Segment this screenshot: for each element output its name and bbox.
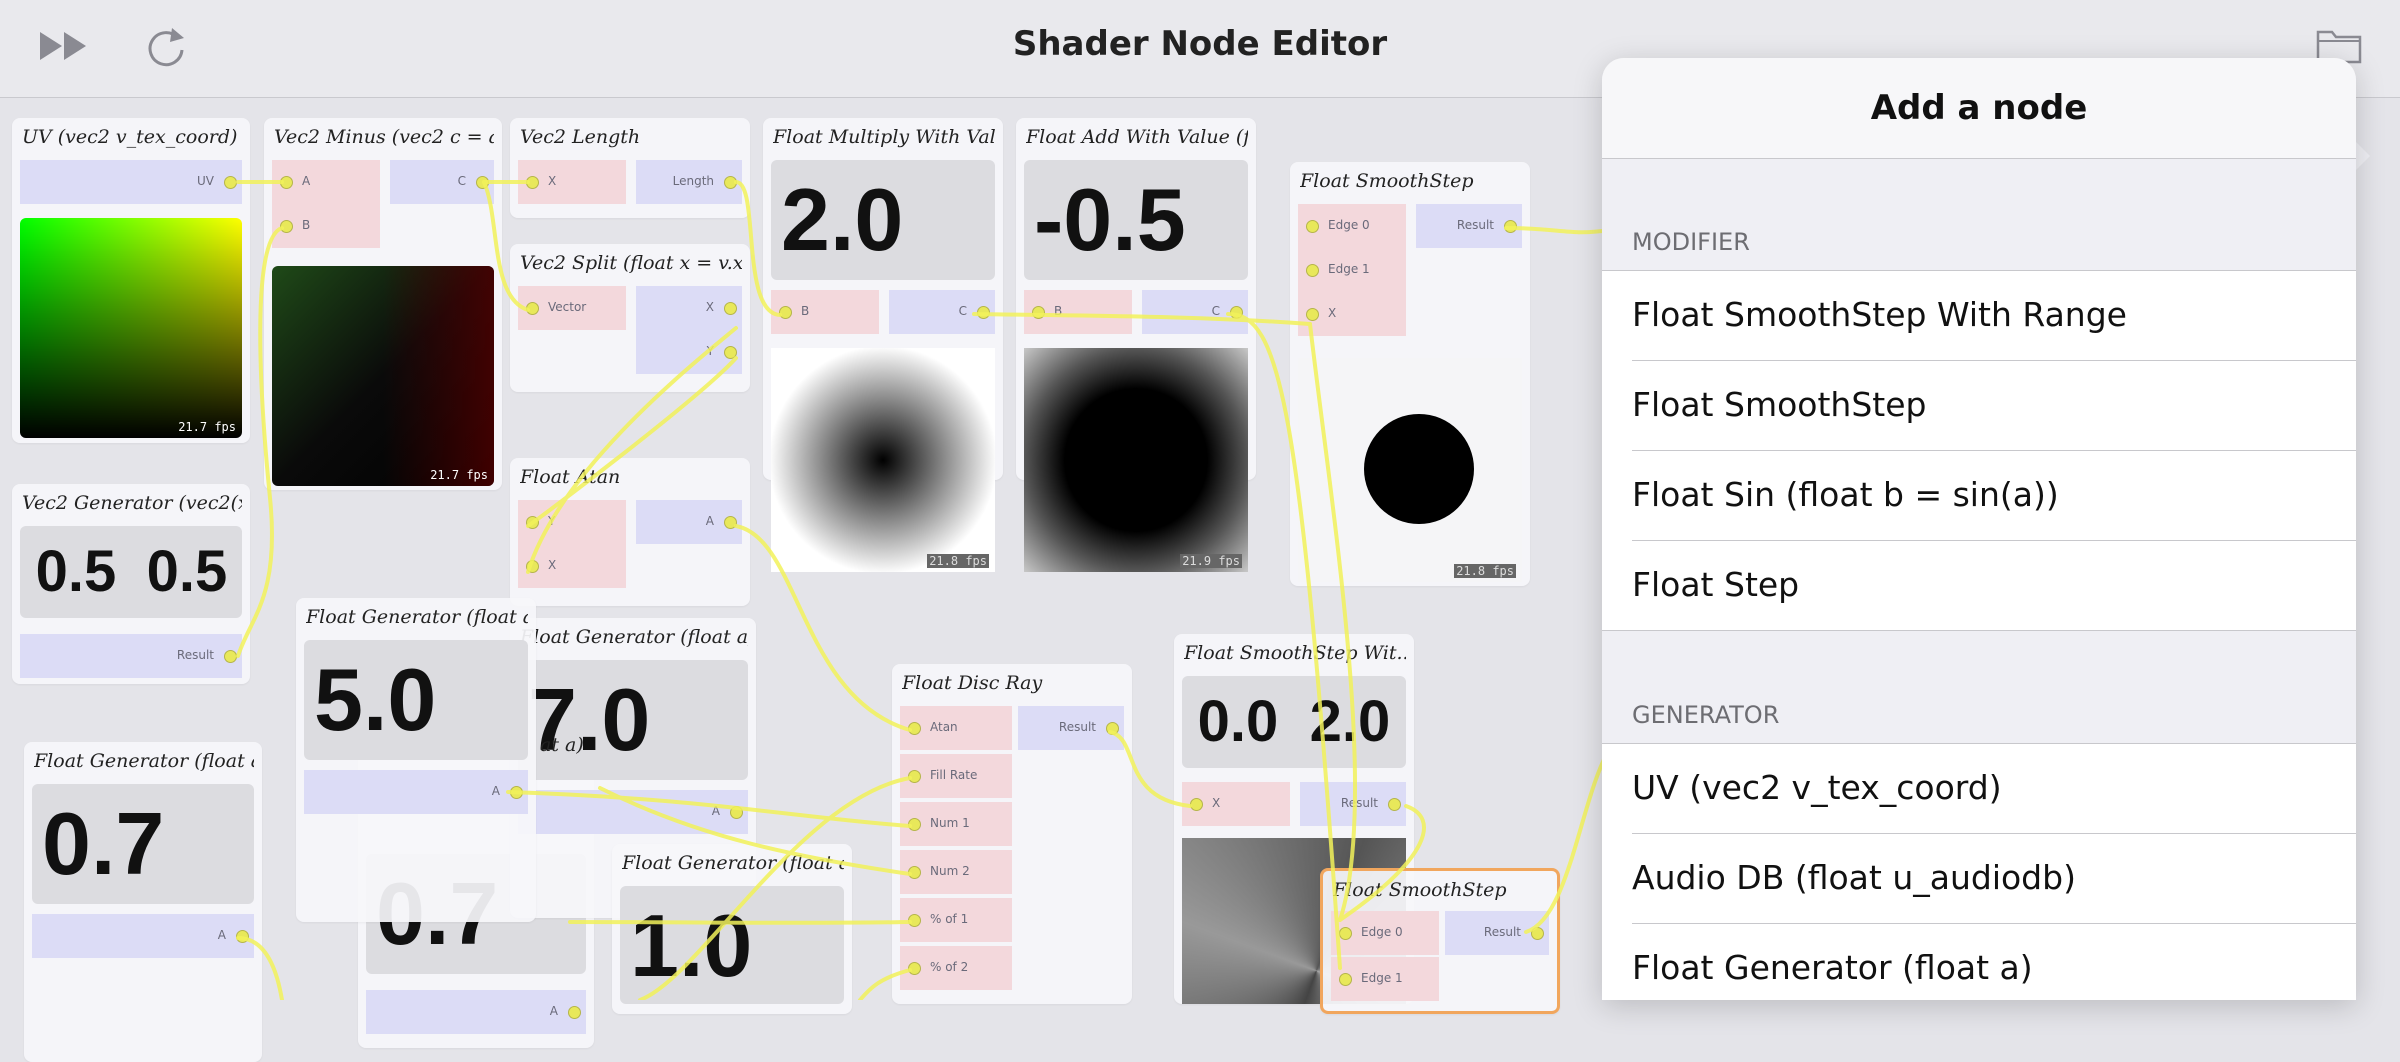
node-float-smoothstep-selected[interactable]: Float SmoothStep Edge 0 Edge 1 Result: [1320, 868, 1560, 1014]
add-node-panel: Add a node MODIFIER Float SmoothStep Wit…: [1602, 58, 2356, 1000]
node-uv[interactable]: UV (vec2 v_tex_coord) UV 21.7 fps: [12, 118, 250, 443]
value-display[interactable]: 7.0: [518, 660, 748, 780]
node-title: Vec2 Split (float x = v.x,...: [520, 252, 742, 274]
node-float-generator-5[interactable]: Float Generator (float a) 5.0 A: [296, 598, 536, 922]
input-port-b[interactable]: B: [272, 204, 380, 248]
input-port-fill-rate[interactable]: Fill Rate: [900, 754, 1012, 798]
value-y[interactable]: 0.5: [132, 526, 242, 618]
output-port-length[interactable]: Length: [636, 160, 742, 204]
menu-item-audio-db[interactable]: Audio DB (float u_audiodb): [1602, 834, 2356, 924]
node-vec2-generator[interactable]: Vec2 Generator (vec2(x... 0.5 0.5 Result: [12, 484, 250, 684]
node-float-smoothstep[interactable]: Float SmoothStep Edge 0 Edge 1 X Result …: [1290, 162, 1530, 586]
output-port-a[interactable]: A: [32, 914, 254, 958]
node-float-multiply[interactable]: Float Multiply With Val... 2.0 B C 21.8 …: [763, 118, 1003, 572]
value-display[interactable]: 1.0: [620, 886, 844, 1004]
node-vec2-split[interactable]: Vec2 Split (float x = v.x,... Vector X Y: [510, 244, 750, 392]
shader-preview: 21.8 fps: [771, 348, 995, 572]
input-port-vector[interactable]: Vector: [518, 286, 626, 330]
value-display[interactable]: -0.5: [1024, 160, 1248, 280]
node-title: Float Generator (float a): [622, 852, 844, 874]
output-port-a[interactable]: A: [518, 790, 748, 834]
input-port-percent-of-1[interactable]: % of 1: [900, 898, 1012, 942]
input-port-edge-1[interactable]: Edge 1: [1298, 248, 1406, 292]
output-port-y[interactable]: Y: [636, 330, 742, 374]
shader-preview: 21.7 fps: [20, 218, 242, 438]
shader-preview: 21.9 fps: [1024, 348, 1248, 572]
input-port-x[interactable]: X: [518, 160, 626, 204]
port-dot[interactable]: [224, 176, 237, 189]
section-header-modifier: MODIFIER: [1632, 228, 1750, 256]
node-title: Vec2 Length: [520, 126, 641, 148]
input-port-num-1[interactable]: Num 1: [900, 802, 1012, 846]
value-edge-1[interactable]: 2.0: [1294, 676, 1406, 768]
node-title: Float Atan: [520, 466, 621, 488]
input-port-num-2[interactable]: Num 2: [900, 850, 1012, 894]
node-float-atan[interactable]: Float Atan Y X A: [510, 458, 750, 606]
output-port-result[interactable]: Result: [20, 634, 242, 678]
output-port-result[interactable]: Result: [1018, 706, 1124, 750]
output-port-result[interactable]: Result: [1416, 204, 1522, 248]
output-port-a[interactable]: A: [304, 770, 528, 814]
node-vec2-length[interactable]: Vec2 Length X Length: [510, 118, 750, 218]
node-float-generator-07[interactable]: Float Generator (float a) 0.7 A: [24, 742, 262, 1062]
shader-preview: 21.8 fps: [1298, 358, 1522, 582]
input-port-atan[interactable]: Atan: [900, 706, 1012, 750]
value-x[interactable]: 0.5: [20, 526, 132, 618]
input-port-x[interactable]: X: [518, 544, 626, 588]
input-port-x[interactable]: X: [1182, 782, 1290, 826]
node-title: Float Disc Ray: [902, 672, 1043, 694]
input-port-edge-1[interactable]: Edge 1: [1331, 957, 1439, 1001]
node-title: Float Add With Value (f...: [1026, 126, 1248, 148]
node-title: Float Generator (float a): [306, 606, 528, 628]
input-port-b[interactable]: B: [771, 290, 879, 334]
input-port-edge-0[interactable]: Edge 0: [1298, 204, 1406, 248]
section-header-generator: GENERATOR: [1632, 701, 1780, 729]
menu-item-float-generator[interactable]: Float Generator (float a): [1602, 924, 2356, 1000]
output-port-result[interactable]: Result: [1445, 911, 1549, 955]
node-vec2-minus[interactable]: Vec2 Minus (vec2 c = a... A B C 21.7 fps: [264, 118, 502, 490]
menu-item-float-smoothstep[interactable]: Float SmoothStep: [1602, 361, 2356, 451]
panel-title: Add a node: [1602, 58, 2356, 159]
value-display[interactable]: 0.7: [32, 784, 254, 904]
value-edge-0[interactable]: 0.0: [1182, 676, 1294, 768]
node-title: Float Generator (float a): [520, 626, 748, 648]
output-port-result[interactable]: Result: [1300, 782, 1406, 826]
input-port-x[interactable]: X: [1298, 292, 1406, 336]
output-port-c[interactable]: C: [889, 290, 995, 334]
output-port-x[interactable]: X: [636, 286, 742, 330]
node-title: Float SmoothStep: [1300, 170, 1474, 192]
shader-preview: 21.7 fps: [272, 266, 494, 486]
node-title: Vec2 Minus (vec2 c = a...: [274, 126, 494, 148]
value-display[interactable]: 2.0: [771, 160, 995, 280]
menu-item-float-sin[interactable]: Float Sin (float b = sin(a)): [1602, 451, 2356, 541]
input-port-a[interactable]: A: [272, 160, 380, 204]
node-title: UV (vec2 v_tex_coord): [22, 126, 238, 148]
node-float-generator-1[interactable]: Float Generator (float a) 1.0: [612, 844, 852, 1014]
output-port-c[interactable]: C: [1142, 290, 1248, 334]
node-title: Vec2 Generator (vec2(x...: [22, 492, 242, 514]
output-port-a[interactable]: A: [366, 990, 586, 1034]
input-port-b[interactable]: B: [1024, 290, 1132, 334]
input-port-edge-0[interactable]: Edge 0: [1331, 911, 1439, 955]
value-display[interactable]: 5.0: [304, 640, 528, 760]
menu-item-float-step[interactable]: Float Step: [1602, 541, 2356, 631]
node-title: Float Generator (float a): [34, 750, 254, 772]
input-port-percent-of-2[interactable]: % of 2: [900, 946, 1012, 990]
output-port-a[interactable]: A: [636, 500, 742, 544]
node-float-disc-ray[interactable]: Float Disc Ray Atan Fill Rate Num 1 Num …: [892, 664, 1132, 1004]
output-port-uv[interactable]: UV: [20, 160, 242, 204]
popover-arrow: [2354, 140, 2370, 172]
output-port-c[interactable]: C: [390, 160, 494, 204]
menu-item-float-smoothstep-with-range[interactable]: Float SmoothStep With Range: [1602, 271, 2356, 361]
input-port-y[interactable]: Y: [518, 500, 626, 544]
node-float-add[interactable]: Float Add With Value (f... -0.5 B C 21.9…: [1016, 118, 1256, 572]
node-title: Float Multiply With Val...: [773, 126, 995, 148]
menu-item-uv[interactable]: UV (vec2 v_tex_coord): [1602, 744, 2356, 834]
node-title: Float SmoothStep Wit...: [1184, 642, 1406, 664]
node-title: Float SmoothStep: [1333, 879, 1507, 901]
